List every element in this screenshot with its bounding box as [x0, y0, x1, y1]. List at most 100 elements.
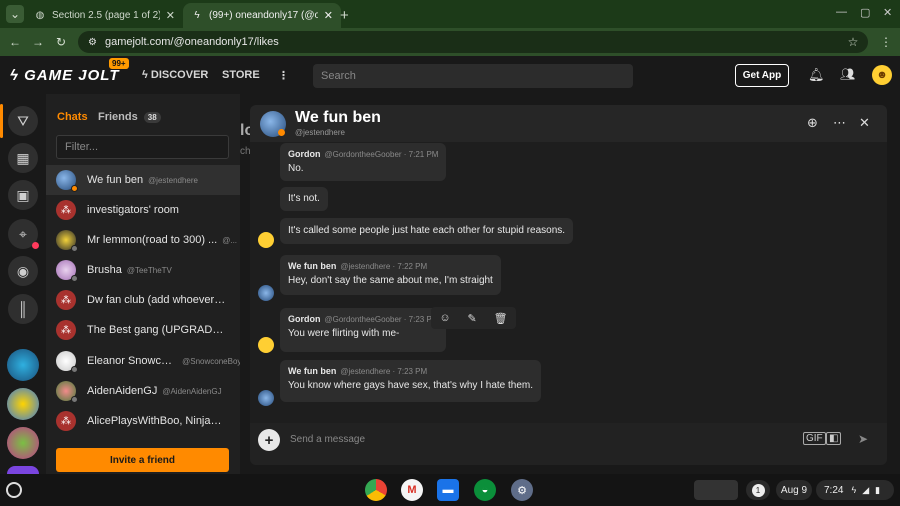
user-avatar[interactable]: ☻: [872, 65, 892, 85]
site-info-icon[interactable]: ⚙: [88, 37, 97, 48]
chat-item[interactable]: ⁂ The Best gang (UPGRADED) ...: [46, 315, 240, 345]
tab-search-chevron-icon[interactable]: ⌄: [6, 5, 24, 23]
chat-handle: @jestendhere: [295, 128, 345, 137]
user-avatar: [56, 170, 78, 192]
browser-tab-section[interactable]: ◍ Section 2.5 (page 1 of 2) | ace ✕: [26, 3, 183, 28]
chat-message[interactable]: We fun ben @jestendhere · 7:22 PM Hey, do…: [280, 255, 501, 295]
close-chat-icon[interactable]: ✕: [859, 115, 870, 131]
library-icon[interactable]: ║: [8, 294, 38, 324]
add-member-icon[interactable]: ⊕: [807, 115, 818, 131]
chat-item[interactable]: Brusha @TeeTheTV: [46, 255, 240, 285]
invite-friend-button[interactable]: Invite a friend: [56, 448, 229, 472]
reload-icon[interactable]: ↻: [52, 33, 70, 51]
friends-count-badge: 38: [143, 112, 161, 123]
launcher-icon[interactable]: [6, 482, 22, 498]
close-window-icon[interactable]: ✕: [883, 6, 892, 19]
user-avatar[interactable]: [258, 337, 274, 353]
os-shelf: M ▬ ◒ ⚙ 1 Aug 9 7:24 ϟ ◢ ▮: [0, 474, 900, 506]
gif-button[interactable]: GIF: [803, 432, 826, 445]
close-tab-icon[interactable]: ✕: [166, 9, 175, 22]
back-icon[interactable]: ←: [6, 33, 24, 51]
globe-icon: ◍: [35, 10, 45, 21]
settings-gear-icon[interactable]: ⚙: [511, 479, 533, 501]
more-options-icon[interactable]: ⋯: [833, 115, 846, 131]
group-icon: ⁂: [56, 411, 76, 431]
bell-icon[interactable]: 🔔︎: [808, 67, 825, 83]
backpack-icon[interactable]: ▣: [8, 180, 38, 210]
chat-list-panel: Chats Friends 38 Filter... We fun ben @j…: [46, 94, 240, 474]
friends-icon[interactable]: 👥︎: [840, 67, 855, 81]
user-avatar: [56, 230, 78, 252]
chat-item[interactable]: ⁂ Dw fan club (add whoever you...: [46, 285, 240, 315]
activity-icon[interactable]: ⛛: [8, 106, 38, 136]
status-dot: [278, 129, 285, 136]
user-avatar[interactable]: [258, 390, 274, 406]
messages-icon[interactable]: ◒: [474, 479, 496, 501]
bookmark-star-icon[interactable]: ☆: [844, 33, 862, 51]
user-avatar: [56, 260, 78, 282]
tab-chats[interactable]: Chats: [57, 111, 88, 123]
chat-item[interactable]: We fun ben @jestendhere: [46, 165, 240, 195]
chat-title: We fun ben: [295, 109, 381, 126]
add-reaction-icon[interactable]: ☺: [439, 312, 450, 324]
notification-count[interactable]: 1: [746, 480, 770, 500]
chat-message[interactable]: We fun ben @jestendhere · 7:23 PM You kno…: [280, 360, 542, 402]
chat-item[interactable]: AidenAidenGJ @AidenAidenGJ: [46, 376, 240, 406]
screen-preview[interactable]: [694, 480, 738, 500]
new-tab-button[interactable]: +: [340, 3, 360, 28]
left-rail: ⛛ ▦ ▣ ⌖ ◉ ║: [0, 94, 46, 474]
chat-item[interactable]: Mr lemmon(road to 300) ... @...: [46, 225, 240, 255]
filter-input[interactable]: Filter...: [56, 135, 229, 159]
nav-discover[interactable]: ϟ DISCOVER: [142, 69, 208, 81]
browser-toolbar: ← → ↻ ⚙ gamejolt.com/@oneandonly17/likes…: [0, 28, 900, 56]
send-icon[interactable]: ➤: [858, 432, 868, 446]
edit-pencil-icon[interactable]: ✎: [468, 312, 477, 325]
status-tray[interactable]: 7:24 ϟ ◢ ▮: [816, 480, 894, 500]
group-icon: ⁂: [56, 290, 76, 310]
user-avatar[interactable]: [258, 285, 274, 301]
community-avatar-1[interactable]: [7, 349, 39, 381]
chat-item[interactable]: ⁂ AlicePlaysWithBoo, NinjaGen...: [46, 406, 240, 436]
chrome-icon[interactable]: [365, 479, 387, 501]
maximize-icon[interactable]: ▢: [860, 6, 870, 19]
files-icon[interactable]: ▬: [437, 479, 459, 501]
message-input[interactable]: Send a message: [290, 434, 365, 445]
search-input[interactable]: Search: [313, 64, 633, 88]
chat-item[interactable]: ⁂ investigators' room: [46, 195, 240, 225]
rail-notification-dot: [32, 242, 39, 249]
gamejolt-logo[interactable]: ϟ GAME JOLT: [10, 67, 120, 84]
date-display[interactable]: Aug 9: [776, 480, 812, 500]
community-avatar-2[interactable]: [7, 388, 39, 420]
get-app-button[interactable]: Get App: [735, 64, 789, 87]
address-bar[interactable]: ⚙ gamejolt.com/@oneandonly17/likes: [78, 31, 868, 53]
notification-badge: 99+: [109, 58, 129, 69]
add-attachment-button[interactable]: +: [258, 429, 280, 451]
close-tab-icon[interactable]: ✕: [324, 9, 333, 22]
chat-window: We fun ben @jestendhere ⊕ ⋯ ✕ Gordon @Gor…: [250, 105, 887, 465]
bolt-small-icon: ϟ: [142, 69, 151, 81]
chat-message[interactable]: Gordon @GordontheeGoober · 7:21 PM No.: [280, 143, 447, 181]
user-avatar: [56, 351, 78, 373]
chat-item[interactable]: Eleanor Snowcone @SnowconeBoy: [46, 346, 240, 376]
store-icon[interactable]: ▦: [8, 143, 38, 173]
tab-friends[interactable]: Friends 38: [98, 111, 161, 123]
browser-tab-gamejolt[interactable]: ϟ (99+) oneandonly17 (@oneand ✕: [183, 3, 341, 28]
chat-message[interactable]: Gordon @GordontheeGoober · 7:23 PM You we…: [280, 308, 447, 352]
more-menu-icon[interactable]: ⋮: [278, 69, 289, 82]
browser-menu-icon[interactable]: ⋮: [877, 33, 895, 51]
nav-store[interactable]: STORE: [222, 69, 260, 81]
user-avatar[interactable]: [258, 232, 274, 248]
realms-icon[interactable]: ◉: [8, 256, 38, 286]
user-avatar: [56, 381, 78, 403]
forward-icon[interactable]: →: [29, 33, 47, 51]
wifi-icon: ◢: [862, 484, 870, 495]
minimize-icon[interactable]: —: [836, 6, 847, 18]
chat-message[interactable]: It's not.: [280, 187, 328, 211]
bolt-icon: ϟ: [10, 67, 19, 84]
community-avatar-3[interactable]: [7, 427, 39, 459]
delete-trash-icon[interactable]: 🗑︎: [494, 312, 508, 325]
gmail-icon[interactable]: M: [401, 479, 423, 501]
sticker-icon[interactable]: ◧: [826, 432, 842, 445]
community-avatar-4[interactable]: [7, 466, 39, 474]
chat-message[interactable]: It's called some people just hate each o…: [280, 218, 574, 244]
